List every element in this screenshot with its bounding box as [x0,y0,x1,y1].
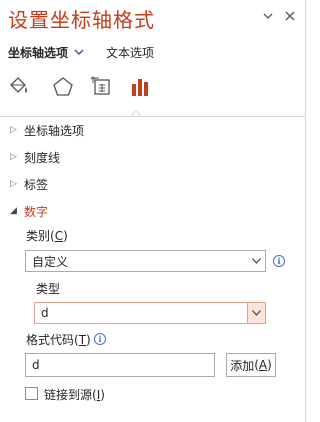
divider [0,116,306,117]
expand-arrow-icon: ▷ [10,125,17,135]
category-icon-bar [0,74,306,108]
type-select[interactable]: d [34,302,266,324]
link-to-source-checkbox[interactable] [25,387,38,400]
chevron-down-icon [247,251,265,271]
format-code-label-text: 格式代码 [26,333,75,347]
paint-bucket-icon [10,77,27,93]
pane-title: 设置坐标轴格式 [8,8,155,32]
link-to-source-access-key: I [96,388,101,402]
category-info-icon[interactable]: i [273,255,285,267]
section-axis-options[interactable]: ▷ 坐标轴选项 [10,121,84,139]
link-to-source-text: 链接到源 [44,388,93,402]
size-properties-tab[interactable] [89,74,115,100]
type-label: 类型 [36,282,61,296]
tab-text-options[interactable]: 文本选项 [106,44,154,61]
close-button[interactable] [282,8,298,24]
size-properties-icon [90,76,110,95]
add-button-label: 添加 [230,358,255,373]
category-label-text: 类别 [26,229,51,243]
tab-text-options-label: 文本选项 [106,45,155,60]
category-access-key: C [54,229,64,243]
category-select-value: 自定义 [32,254,69,269]
options-tabs: 坐标轴选项 文本选项 [8,42,154,62]
pentagon-icon [53,77,73,96]
section-number-label: 数字 [24,204,49,219]
axis-options-tab[interactable] [128,74,154,100]
format-code-access-key: T [78,333,87,347]
add-button[interactable]: 添加(A) [226,353,276,377]
category-select[interactable]: 自定义 [25,250,266,272]
category-label: 类别(C) [26,229,68,243]
chevron-down-icon [74,45,84,59]
collapse-arrow-icon: ◢ [10,206,17,216]
dropdown-pin-icon [263,13,273,19]
bar-chart-icon [132,79,148,96]
pane-options-button[interactable] [260,8,276,24]
section-number[interactable]: ◢ 数字 [10,202,48,220]
fill-line-tab[interactable] [6,74,32,100]
section-labels-label: 标签 [24,177,49,192]
section-axis-options-label: 坐标轴选项 [24,123,85,138]
chevron-down-icon [247,303,265,323]
format-code-input-value: d [32,358,40,372]
expand-arrow-icon: ▷ [10,179,17,189]
section-tick-marks-label: 刻度线 [24,150,61,165]
format-code-label: 格式代码(T) [26,333,91,347]
section-tick-marks[interactable]: ▷ 刻度线 [10,148,60,166]
tab-axis-options-label: 坐标轴选项 [8,45,69,60]
effects-tab[interactable] [50,74,76,100]
tab-axis-options[interactable]: 坐标轴选项 [8,44,84,61]
section-labels[interactable]: ▷ 标签 [10,175,48,193]
type-select-value: d [41,306,49,320]
format-code-info-icon[interactable]: i [94,333,106,345]
format-code-input[interactable]: d [25,353,215,377]
expand-arrow-icon: ▷ [10,152,17,162]
format-axis-pane: 设置坐标轴格式 坐标轴选项 文本选项 ▷ 坐标轴选项 ▷ 刻度线 ▷ 标签 ◢ … [0,0,306,422]
link-to-source-label[interactable]: 链接到源(I) [44,386,105,403]
add-button-access-key: A [258,358,268,372]
close-icon [285,11,295,21]
